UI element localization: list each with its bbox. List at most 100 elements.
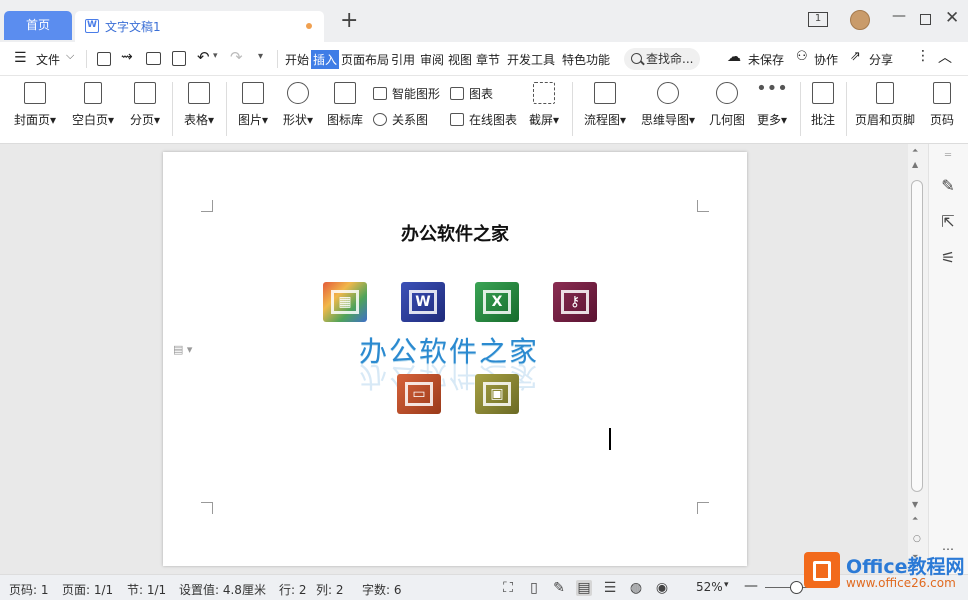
settings-sliders-icon[interactable]: ⚟ — [937, 248, 959, 267]
screenshot-button[interactable]: 截屏▾ — [524, 82, 564, 128]
pen-icon[interactable]: ✎ — [937, 176, 959, 195]
margin-corner-mark — [697, 502, 709, 514]
outline-view-icon[interactable]: ☰ — [602, 580, 618, 596]
watermark: Office教程网 www.office26.com — [804, 548, 968, 600]
margin-corner-mark — [697, 200, 709, 212]
table-label: 表格 — [183, 113, 208, 127]
mind-map-button[interactable]: 思维导图▾ — [638, 82, 698, 128]
fullscreen-icon[interactable]: ⛶ — [500, 580, 516, 596]
status-word-count[interactable]: 字数: 6 — [362, 581, 402, 598]
previous-page-icon[interactable]: ⏶ — [912, 514, 918, 524]
page-break-button[interactable]: 分页▾ — [125, 82, 165, 128]
scroll-up-icon[interactable]: ▲ — [912, 160, 918, 169]
undo-icon[interactable]: ↶ — [197, 48, 210, 66]
status-column[interactable]: 列: 2 — [316, 581, 344, 598]
relation-chart-button[interactable]: 关系图 — [373, 111, 428, 128]
collab-button[interactable]: 协作 — [814, 51, 838, 68]
select-cursor-icon[interactable]: ⇱ — [937, 212, 959, 231]
geometry-button[interactable]: 几何图 — [706, 82, 748, 128]
status-section[interactable]: 节: 1/1 — [127, 581, 166, 598]
zoom-dropdown-icon[interactable]: ▾ — [724, 580, 729, 590]
command-search[interactable]: 查找命... — [624, 48, 700, 70]
vertical-scrollbar[interactable]: ⏶ ▲ ▼ ⏶ ○ ⏷ — [908, 144, 928, 574]
new-tab-button[interactable]: + — [340, 10, 358, 32]
page-view-icon[interactable]: ▤ — [576, 580, 592, 596]
status-page-number[interactable]: 页码: 1 — [9, 581, 49, 598]
icon-library-label: 图标库 — [326, 113, 363, 127]
smart-art-button[interactable]: 智能图形 — [373, 85, 440, 102]
page-number-button[interactable]: 页码 — [924, 82, 960, 128]
menu-developer[interactable]: 开发工具 — [507, 51, 555, 68]
panel-grip-icon: ═ — [944, 150, 952, 161]
zoom-level[interactable]: 52% — [696, 580, 723, 594]
comment-button[interactable]: 批注 — [806, 82, 840, 128]
share-button[interactable]: 分享 — [869, 51, 893, 68]
avatar[interactable] — [850, 10, 870, 30]
document-title[interactable]: 办公软件之家 — [163, 220, 747, 246]
picture-button[interactable]: 图片▾ — [234, 82, 272, 128]
header-footer-label: 页眉和页脚 — [854, 113, 915, 127]
reading-mode-icon[interactable]: ▯ — [526, 580, 542, 596]
hamburger-icon[interactable]: ☰ — [14, 50, 27, 66]
menu-start[interactable]: 开始 — [285, 51, 309, 68]
web-view-icon[interactable]: ◍ — [628, 580, 644, 596]
menu-chapter[interactable]: 章节 — [476, 51, 500, 68]
divider — [277, 50, 278, 68]
header-footer-button[interactable]: 页眉和页脚 — [852, 82, 918, 128]
menu-references[interactable]: 引用 — [391, 51, 415, 68]
tab-document[interactable]: W 文字文稿1 — [75, 11, 324, 42]
flowchart-button[interactable]: 流程图▾ — [580, 82, 630, 128]
scrollbar-thumb[interactable] — [911, 180, 923, 492]
close-icon[interactable]: ✕ — [945, 8, 959, 28]
menu-review[interactable]: 审阅 — [420, 51, 444, 68]
zoom-slider-handle[interactable] — [790, 581, 803, 594]
icon-library-button[interactable]: 图标库 — [325, 82, 365, 128]
collapse-ribbon-icon[interactable]: ︿ — [938, 47, 952, 67]
maximize-icon[interactable] — [920, 14, 931, 25]
blank-page-button[interactable]: 空白页▾ — [68, 82, 118, 128]
relation-chart-icon — [373, 113, 387, 126]
paragraph-mark-icon[interactable]: ▤ ▾ — [173, 343, 192, 356]
eye-protect-icon[interactable]: ◉ — [654, 580, 670, 596]
document-page[interactable]: 办公软件之家 ▦ W X ⚷ 办公软件之家 办公软件之家 ▭ ▣ ▤ ▾ — [163, 152, 747, 566]
menu-page-layout[interactable]: 页面布局 — [341, 51, 389, 68]
chevron-down-icon[interactable]: ⌵ — [66, 49, 74, 63]
redo-icon[interactable]: ↷ — [230, 48, 243, 66]
chart-button[interactable]: 图表 — [450, 85, 493, 102]
more-button[interactable]: ••• 更多▾ — [754, 80, 790, 128]
cloud-icon: ☁ — [727, 49, 741, 65]
more-options-icon[interactable]: ⋮ — [916, 48, 930, 64]
command-search-placeholder: 查找命... — [646, 52, 694, 66]
scroll-down-icon[interactable]: ▼ — [912, 500, 918, 509]
minimize-icon[interactable]: — — [892, 8, 906, 24]
quick-access-more-icon[interactable]: ▾ — [258, 51, 263, 62]
status-pages[interactable]: 页面: 1/1 — [62, 581, 113, 598]
icon-library-icon — [334, 82, 356, 104]
edit-mode-icon[interactable]: ✎ — [551, 580, 567, 596]
online-chart-button[interactable]: 在线图表 — [450, 111, 517, 128]
table-button[interactable]: 表格▾ — [180, 82, 218, 128]
export-pdf-icon[interactable]: ⇝ — [121, 49, 133, 65]
print-icon[interactable] — [146, 52, 161, 65]
unsaved-status[interactable]: 未保存 — [748, 51, 784, 68]
menu-special[interactable]: 特色功能 — [562, 51, 610, 68]
save-icon[interactable] — [97, 52, 111, 66]
window-count-badge[interactable]: 1 — [808, 12, 828, 27]
zoom-out-icon[interactable]: — — [744, 578, 758, 594]
shape-button[interactable]: 形状▾ — [279, 82, 317, 128]
scroll-top-icon[interactable]: ⏶ — [912, 146, 918, 156]
print-preview-icon[interactable] — [172, 51, 186, 66]
tab-home[interactable]: 首页 — [4, 11, 72, 40]
table-icon — [188, 82, 210, 104]
right-side-panel: ═ ✎ ⇱ ⚟ ⋯ — [928, 144, 968, 574]
status-setting-value[interactable]: 设置值: 4.8厘米 — [179, 581, 266, 598]
menu-file[interactable]: 文件 — [36, 51, 60, 68]
document-workspace[interactable]: 办公软件之家 ▦ W X ⚷ 办公软件之家 办公软件之家 ▭ ▣ ▤ ▾ — [0, 144, 928, 574]
browse-object-icon[interactable]: ○ — [913, 534, 921, 544]
divider — [172, 82, 173, 136]
menu-insert[interactable]: 插入 — [311, 50, 340, 69]
menu-view[interactable]: 视图 — [448, 51, 472, 68]
status-row[interactable]: 行: 2 — [279, 581, 307, 598]
cover-page-button[interactable]: 封面页▾ — [10, 82, 60, 128]
undo-dropdown-icon[interactable]: ▾ — [213, 51, 218, 61]
